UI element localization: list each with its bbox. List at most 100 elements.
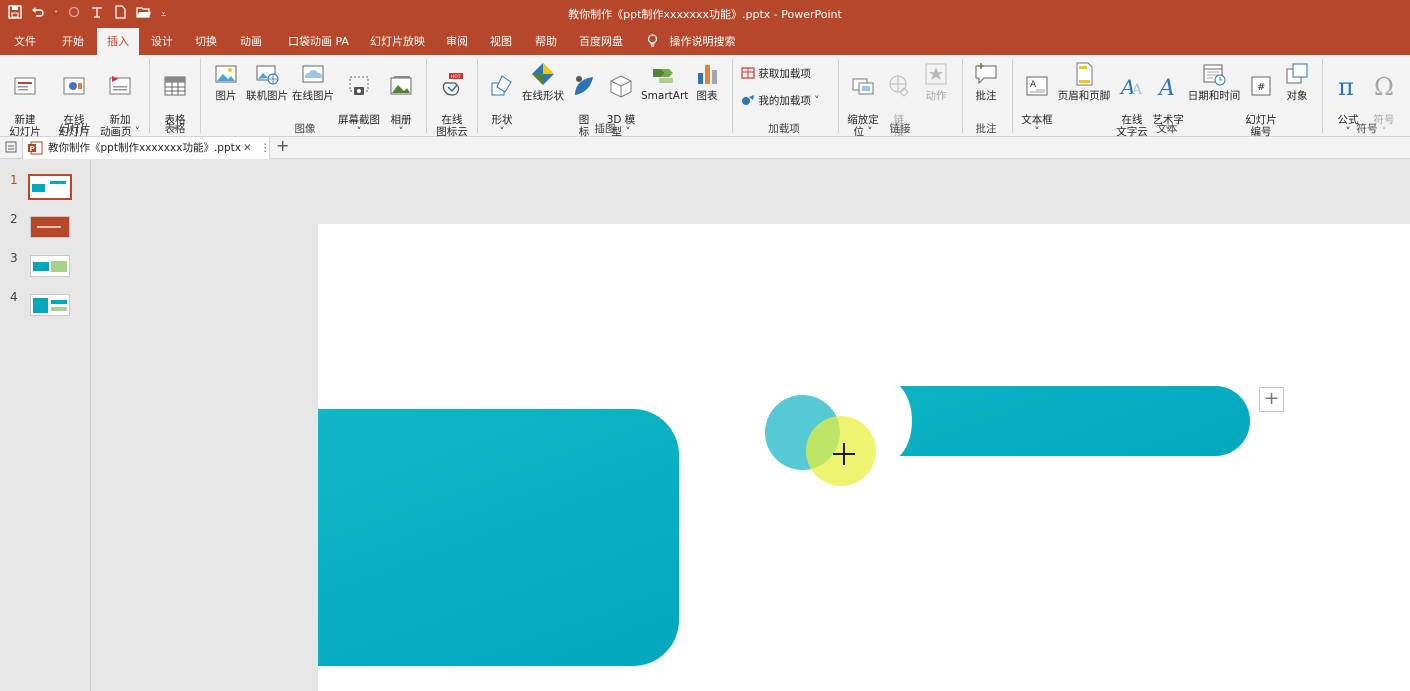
online-pic2-button[interactable]: 在线图片 <box>291 61 335 102</box>
tab-help[interactable]: 帮助 <box>535 28 557 55</box>
crosshair-cursor-icon <box>833 443 855 465</box>
slide-thumbnail-3[interactable] <box>30 255 70 277</box>
online-wordcloud-label: 在线 文字云 <box>1116 114 1148 138</box>
group-links-label: 链接 <box>889 123 911 135</box>
thumbnail-number: 3 <box>10 251 18 265</box>
add-tab-icon[interactable]: + <box>276 136 289 155</box>
tab-review[interactable]: 审阅 <box>446 28 468 55</box>
online-picture-icon <box>256 65 279 85</box>
comment-button[interactable]: 批注 <box>972 61 1000 102</box>
ribbon-separator <box>149 59 150 133</box>
ribbon-separator <box>1012 59 1013 133</box>
slide-thumbnail-4[interactable] <box>30 294 70 316</box>
group-addins-label: 加载项 <box>768 123 800 135</box>
tab-more-icon[interactable]: ⋮ <box>260 137 271 159</box>
online-iconcloud-button[interactable]: HOT 在线 图标云 <box>434 61 470 138</box>
tab-insert[interactable]: 插入 <box>97 28 139 55</box>
online-wordcloud-button[interactable]: AA 在线 文字云 <box>1115 61 1149 138</box>
tab-view[interactable]: 视图 <box>490 28 512 55</box>
online-picture-label: 联机图片 <box>246 90 288 102</box>
teal-pill-shape[interactable] <box>894 386 1250 456</box>
ribbon-separator <box>200 59 201 133</box>
tab-home[interactable]: 开始 <box>62 28 84 55</box>
comment-icon <box>975 63 997 85</box>
smartart-icon <box>653 69 673 83</box>
tab-baidu-netdisk[interactable]: 百度网盘 <box>579 28 623 55</box>
header-footer-button[interactable]: 页眉和页脚 <box>1057 61 1111 102</box>
shapes-button[interactable]: 形状 ˅ <box>487 61 517 138</box>
zoom-button[interactable]: 缩放定 位 ˅ <box>845 61 881 138</box>
object-button[interactable]: 对象 <box>1283 61 1311 102</box>
new-slide-icon <box>14 77 36 95</box>
document-tab-label: 教你制作《ppt制作xxxxxxx功能》.pptx <box>48 142 241 154</box>
group-tables-label: 表格 <box>164 123 186 135</box>
group-slides-label: 幻灯片 <box>59 123 91 135</box>
pi-icon: π <box>1338 73 1354 99</box>
ribbon-separator <box>962 59 963 133</box>
tab-pocket-animation[interactable]: 口袋动画 PA <box>288 28 349 55</box>
slide-number-button[interactable]: # 幻灯片 编号 <box>1243 61 1279 138</box>
online-iconcloud-label: 在线 图标云 <box>436 114 468 138</box>
close-tab-icon[interactable]: ✕ <box>243 137 252 159</box>
table-icon <box>164 76 186 96</box>
picture-button[interactable]: 图片 <box>211 61 241 102</box>
cube-icon <box>610 75 632 98</box>
online-picture-button[interactable]: 联机图片 <box>245 61 289 102</box>
tell-me-label: 操作说明搜索 <box>669 35 736 48</box>
get-addins-button[interactable]: 获取加载项 <box>741 67 811 80</box>
document-tab[interactable]: P 教你制作《ppt制作xxxxxxx功能》.pptx ✕ ⋮ <box>22 137 271 159</box>
thumbnail-number: 4 <box>10 290 18 304</box>
tab-design[interactable]: 设计 <box>151 28 173 55</box>
chart-button[interactable]: 图表 <box>692 61 722 102</box>
slide-thumbnail-2[interactable] <box>30 216 70 238</box>
datetime-button[interactable]: 日期和时间 <box>1187 61 1241 102</box>
svg-text:HOT: HOT <box>451 74 461 80</box>
action-button[interactable]: 动作 <box>922 61 950 102</box>
icon-cloud-icon: HOT <box>442 73 463 96</box>
screenshot-icon <box>349 76 369 95</box>
tab-animations[interactable]: 动画 <box>240 28 262 55</box>
new-anim-page-label: 新加 动画页 ˅ <box>99 114 141 138</box>
addins-icon <box>742 95 754 105</box>
tab-transitions[interactable]: 切换 <box>195 28 217 55</box>
header-footer-icon <box>1076 62 1093 86</box>
thumbnail-number: 2 <box>10 212 18 226</box>
calendar-icon <box>1203 64 1226 86</box>
shapes-icon <box>491 75 512 96</box>
album-button[interactable]: 相册 ˅ <box>387 61 415 138</box>
smartart-button[interactable]: SmartArt <box>641 61 689 102</box>
online-pic2-label: 在线图片 <box>292 90 334 102</box>
my-addins-button[interactable]: 我的加载项 ˅ <box>741 94 819 107</box>
zoom-label: 缩放定 位 ˅ <box>847 114 879 138</box>
online-shapes-button[interactable]: 在线形状 <box>521 61 565 102</box>
smartart-label: SmartArt <box>641 90 689 102</box>
window-title: 教你制作《ppt制作xxxxxxx功能》.pptx - PowerPoint <box>568 8 842 21</box>
screenshot-button[interactable]: 屏幕截图 ˅ <box>337 61 381 138</box>
slide-thumbnail-1[interactable] <box>28 174 72 200</box>
teal-rounded-rectangle[interactable] <box>318 409 679 666</box>
icons-icon <box>575 76 593 95</box>
slide-number-label: 幻灯片 编号 <box>1245 114 1277 138</box>
tab-file[interactable]: 文件 <box>14 28 36 55</box>
ribbon-separator <box>1322 59 1323 133</box>
ribbon-separator <box>477 59 478 133</box>
textbox-button[interactable]: A 文本框 ˅ <box>1019 61 1055 138</box>
document-tab-bar: P 教你制作《ppt制作xxxxxxx功能》.pptx ✕ ⋮ + <box>0 136 1410 159</box>
group-illustrations-label: 插图 <box>594 123 616 135</box>
comment-label: 批注 <box>975 90 997 102</box>
album-label: 相册 ˅ <box>390 114 412 138</box>
picture-icon <box>215 65 237 83</box>
tab-list-icon[interactable] <box>5 140 18 157</box>
lightbulb-icon <box>647 34 662 48</box>
ribbon-separator <box>838 59 839 133</box>
tell-me-search[interactable]: 操作说明搜索 <box>647 28 736 55</box>
slide-thumbnails-pane: 1 2 3 4 <box>0 160 91 691</box>
shapes-label: 形状 ˅ <box>491 114 513 138</box>
picture-label: 图片 <box>215 90 237 102</box>
layout-options-button[interactable]: + <box>1259 387 1284 412</box>
tab-slideshow[interactable]: 幻灯片放映 <box>370 28 425 55</box>
new-anim-page-button[interactable]: 新加 动画页 ˅ <box>99 61 141 138</box>
slide-number-icon: # <box>1251 76 1271 96</box>
group-comments-label: 批注 <box>975 123 997 135</box>
chart-label: 图表 <box>696 90 718 102</box>
